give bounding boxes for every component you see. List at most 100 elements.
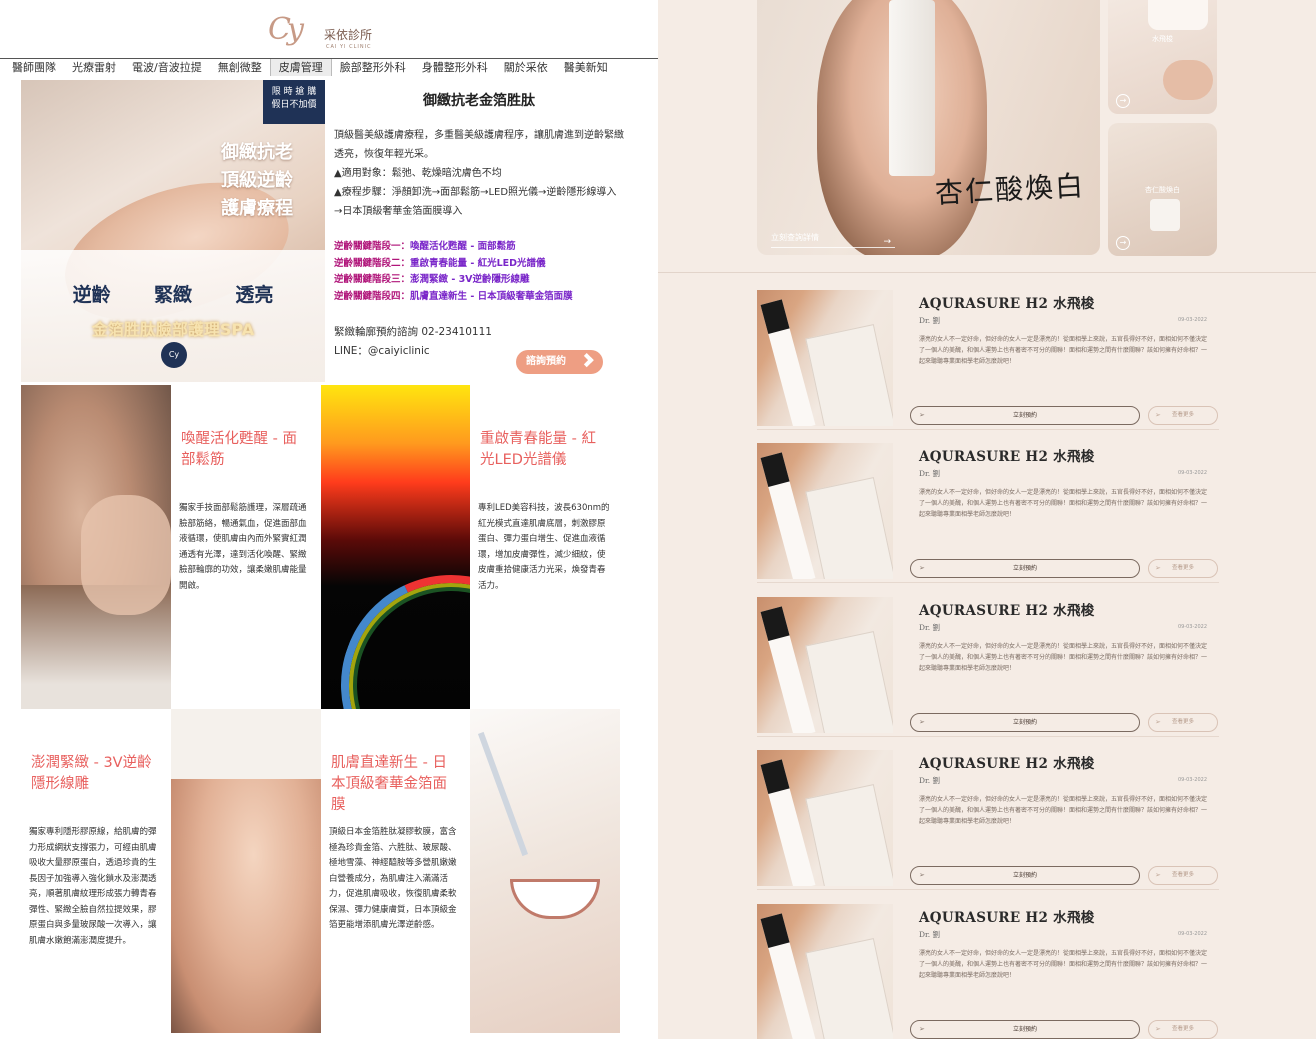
post-excerpt: 漂亮的女人不一定好命，但好命的女人一定是漂亮的！從面相學上來說，五官長得好不好，…	[919, 336, 1208, 365]
post-thumbnail[interactable]	[757, 597, 893, 733]
post-book-button[interactable]: ➢ 立刻預約	[910, 559, 1140, 578]
stage-item: 逆齡關鍵階段四：肌膚直達新生 - 日本頂級奢華金箔面膜	[334, 289, 624, 306]
post-date: 09-03-2022	[1177, 470, 1207, 476]
post-more-button[interactable]: ➢ 查看更多	[1148, 866, 1218, 885]
stage-label: 逆齡關鍵階段四：	[334, 290, 411, 302]
post-title[interactable]: AQURASURE H2 水飛梭	[919, 752, 1095, 772]
stage-item: 逆齡關鍵階段一：喚醒活化甦醒 - 面部鬆筋	[334, 239, 624, 256]
post-excerpt: 漂亮的女人不一定好命，但好命的女人一定是漂亮的！從面相學上來說，五官長得好不好，…	[919, 950, 1208, 979]
arrow-right-icon: →	[883, 237, 891, 247]
post-date: 09-03-2022	[1177, 777, 1207, 783]
arrow-right-icon[interactable]: →	[1116, 236, 1130, 250]
post-title[interactable]: AQURASURE H2 水飛梭	[919, 445, 1095, 465]
post-date: 09-03-2022	[1177, 624, 1207, 630]
stage-value: 重啟青春能量 - 紅光LED光譜儀	[410, 257, 546, 269]
photo-detail	[477, 731, 529, 857]
send-icon: ➢	[1155, 1025, 1161, 1033]
stage3-photo	[171, 709, 321, 1033]
featured-script-title: 杏仁酸煥白	[934, 169, 1086, 210]
post-more-button[interactable]: ➢ 查看更多	[1148, 406, 1218, 425]
nav-item-body-surgery[interactable]: 身體整形外科	[414, 59, 496, 76]
stage3-body: 獨家專利隱形膠原線，給肌膚的彈力形成網狀支撐張力，可經由肌膚吸收大量膠原蛋白，透…	[29, 827, 157, 946]
post-book-label: 立刻預約	[1012, 412, 1037, 419]
post-book-label: 立刻預約	[1012, 1026, 1037, 1033]
nav-item-skincare[interactable]: 皮膚管理	[269, 59, 332, 76]
nav-item-noninvasive[interactable]: 無創微整	[210, 59, 270, 76]
post-thumbnail[interactable]	[757, 750, 893, 886]
stage2-photo	[321, 385, 471, 709]
photo-detail	[171, 709, 321, 779]
post-title[interactable]: AQURASURE H2 水飛梭	[919, 906, 1095, 926]
photo-detail	[805, 784, 893, 886]
promo-badge-line2: 假日不加價	[271, 100, 317, 110]
post-title[interactable]: AQURASURE H2 水飛梭	[919, 599, 1095, 619]
post-thumbnail[interactable]	[757, 290, 893, 426]
post-book-label: 立刻預約	[1012, 872, 1037, 879]
hero-tag: 逆齡	[72, 284, 111, 306]
post-more-label: 查看更多	[1171, 412, 1194, 418]
photo-detail	[805, 938, 893, 1039]
featured-photo-bottle	[889, 0, 935, 176]
post-title[interactable]: AQURASURE H2 水飛梭	[919, 292, 1095, 312]
post-more-button[interactable]: ➢ 查看更多	[1148, 559, 1218, 578]
stage4-card: 肌膚直達新生 - 日本頂級奢華金箔面膜 頂級日本金箔胜肽凝膠軟膜，富含極為珍貴金…	[321, 709, 471, 1033]
stage2-title: 重啟青春能量 - 紅光LED光譜儀	[480, 431, 596, 468]
stage-item: 逆齡關鍵階段二：重啟青春能量 - 紅光LED光譜儀	[334, 256, 624, 273]
send-icon: ➢	[1155, 564, 1161, 572]
stage3-card: 澎潤緊緻 - 3V逆齡隱形線雕 獨家專利隱形膠原線，給肌膚的彈力形成網狀支撐張力…	[21, 709, 171, 1033]
post-book-label: 立刻預約	[1012, 565, 1037, 572]
section-divider	[658, 272, 1316, 273]
logo-mark: Cy	[268, 12, 304, 47]
post-item: AQURASURE H2 水飛梭 Dr. 劉 09-03-2022 漂亮的女人不…	[757, 898, 1219, 1039]
post-book-button[interactable]: ➢ 立刻預約	[910, 406, 1140, 425]
consult-booking-button[interactable]: 諮詢預約	[516, 350, 603, 374]
nav-item-facial-surgery[interactable]: 臉部整形外科	[332, 59, 414, 76]
photo-detail	[760, 759, 816, 886]
stage-value: 喚醒活化甦醒 - 面部鬆筋	[410, 241, 516, 252]
featured-card-small-1[interactable]: 水飛梭 →	[1108, 0, 1217, 114]
featured-details-link[interactable]: 立刻查詢詳情 →	[771, 230, 895, 248]
consult-booking-label: 諮詢預約	[526, 356, 566, 367]
featured-card-small-2[interactable]: 杏仁酸煥白 →	[1108, 123, 1217, 256]
photo-detail	[81, 495, 171, 615]
stage-value: 肌膚直達新生 - 日本頂級奢華金箔面膜	[410, 290, 573, 302]
hero-headline-3: 護膚療程	[221, 198, 293, 219]
photo-detail	[805, 631, 893, 733]
photo-detail	[805, 477, 893, 579]
photo-detail	[760, 913, 816, 1039]
clinic-logo[interactable]: Cy 采依診所 CAI YI CLINIC	[268, 12, 398, 54]
nav-item-laser[interactable]: 光療雷射	[64, 59, 124, 76]
stage-label: 逆齡關鍵階段二：	[334, 257, 411, 269]
arrow-right-icon[interactable]: →	[1116, 94, 1130, 108]
hero-banner: 限 時 搶 購 假日不加價 御緻抗老 頂級逆齡 護膚療程 逆齡 緊緻 透亮 金箔…	[21, 80, 325, 382]
nav-item-doctors[interactable]: 醫師團隊	[4, 59, 64, 76]
nav-item-news[interactable]: 醫美新知	[556, 59, 616, 76]
post-author: Dr. 劉	[919, 776, 941, 785]
stage-item: 逆齡關鍵階段三：澎潤緊緻 - 3V逆齡隱形線雕	[334, 272, 624, 289]
featured-card-main[interactable]: 杏仁酸煥白 立刻查詢詳情 →	[757, 0, 1100, 255]
nav-item-about[interactable]: 關於采依	[496, 59, 556, 76]
post-book-button[interactable]: ➢ 立刻預約	[910, 866, 1140, 885]
post-more-button[interactable]: ➢ 查看更多	[1148, 713, 1218, 732]
post-book-button[interactable]: ➢ 立刻預約	[910, 713, 1140, 732]
stage2-card: 重啟青春能量 - 紅光LED光譜儀 專利LED美容科技，波長630nm的紅光模式…	[470, 385, 620, 709]
post-more-button[interactable]: ➢ 查看更多	[1148, 1020, 1218, 1039]
stage2-body: 專利LED美容科技，波長630nm的紅光模式直達肌膚底層，刺激膠原蛋白、彈力蛋白…	[478, 503, 610, 591]
nav-item-lifting[interactable]: 電波/音波拉提	[124, 59, 210, 76]
post-thumbnail[interactable]	[757, 443, 893, 579]
stage3-title: 澎潤緊緻 - 3V逆齡隱形線雕	[31, 755, 152, 792]
post-more-label: 查看更多	[1171, 872, 1194, 878]
photo-detail	[321, 544, 471, 709]
featured-card-caption: 杏仁酸煥白	[1145, 186, 1180, 194]
send-icon: ➢	[919, 871, 925, 879]
post-author: Dr. 劉	[919, 316, 941, 325]
product-desc-intro: 頂級醫美級護膚療程，多重醫美級護膚程序，讓肌膚進到逆齡緊緻透亮，恢復年輕光采。	[334, 130, 624, 160]
photo-detail	[1163, 60, 1213, 100]
post-book-button[interactable]: ➢ 立刻預約	[910, 1020, 1140, 1039]
hero-headline-1: 御緻抗老	[221, 142, 293, 163]
clinic-product-page: Cy 采依診所 CAI YI CLINIC 醫師團隊 光療雷射 電波/音波拉提 …	[0, 0, 658, 1039]
post-thumbnail[interactable]	[757, 904, 893, 1039]
contact-phone[interactable]: 緊緻輪廓預約諮詢 02-23410111	[334, 323, 624, 342]
stage-label: 逆齡關鍵階段一：	[334, 241, 411, 252]
photo-detail	[760, 606, 816, 733]
